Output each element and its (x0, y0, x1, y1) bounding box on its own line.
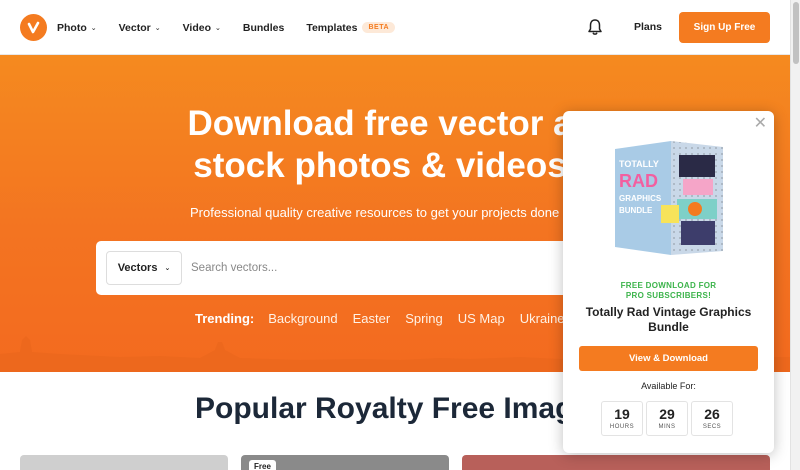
popup-title-line1: Totally Rad Vintage Graphics (585, 305, 752, 319)
nav-photo-label: Photo (57, 21, 87, 34)
nav-bundles[interactable]: Bundles (243, 22, 284, 34)
scrollbar-thumb[interactable] (793, 2, 799, 64)
view-download-button[interactable]: View & Download (579, 346, 758, 371)
timer-secs-unit: SECS (702, 424, 722, 430)
promo-text: FREE DOWNLOAD FOR PRO SUBSCRIBERS! (563, 281, 774, 301)
timer-mins: 29 MINS (646, 401, 688, 436)
available-for-label: Available For: (641, 381, 696, 391)
timer-hours: 19 HOURS (601, 401, 643, 436)
timer-hours-unit: HOURS (609, 424, 635, 430)
chevron-down-icon: ⌄ (90, 24, 97, 32)
bundle-box-image: TOTALLY RAD GRAPHICS BUNDLE (615, 141, 723, 255)
box-line4: BUNDLE (619, 206, 653, 215)
search-category-label: Vectors (117, 262, 158, 274)
image-card[interactable] (462, 455, 770, 470)
search-input[interactable] (191, 255, 541, 281)
page-scrollbar[interactable] (790, 0, 800, 470)
site-header: Photo ⌄ Vector ⌄ Video ⌄ Bundles Templat… (0, 0, 790, 55)
free-badge: Free (249, 460, 276, 470)
nav-vector-label: Vector (118, 21, 151, 34)
main-nav: Photo ⌄ Vector ⌄ Video ⌄ Bundles Templat… (57, 0, 417, 55)
timer-hours-value: 19 (614, 406, 630, 422)
nav-templates[interactable]: Templates BETA (306, 21, 396, 34)
chevron-down-icon: ⌄ (154, 24, 161, 32)
close-icon[interactable]: ✕ (754, 116, 767, 132)
chevron-down-icon: ⌄ (215, 24, 221, 32)
countdown-timer: 19 HOURS 29 MINS 26 SECS (601, 401, 733, 436)
search-category-select[interactable]: Vectors ⌄ (106, 251, 182, 285)
nav-vector[interactable]: Vector ⌄ (119, 22, 161, 34)
timer-secs-value: 26 (704, 406, 720, 422)
vecteezy-logo-icon[interactable] (20, 14, 47, 41)
popup-title-line2: Bundle (648, 320, 689, 334)
nav-video-label: Video (182, 21, 212, 34)
nav-templates-label: Templates (306, 21, 358, 34)
chevron-down-icon: ⌄ (164, 265, 171, 272)
box-line2: RAD (619, 171, 658, 191)
beta-badge: BETA (362, 22, 396, 33)
box-line1: TOTALLY (619, 159, 659, 169)
promo-line1: FREE DOWNLOAD FOR (620, 281, 717, 290)
box-line3: GRAPHICS (619, 194, 662, 203)
bell-icon[interactable] (587, 18, 603, 36)
popular-section-title: Popular Royalty Free Image (195, 392, 591, 425)
timer-secs: 26 SECS (691, 401, 733, 436)
search-bar: Vectors ⌄ (96, 241, 616, 295)
hero-title-line1: Download free vector a (187, 104, 573, 143)
image-card[interactable] (20, 455, 228, 470)
nav-bundles-label: Bundles (242, 21, 285, 34)
popup-title: Totally Rad Vintage Graphics Bundle (563, 305, 774, 335)
plans-link[interactable]: Plans (634, 21, 662, 33)
promo-popup: ✕ TOTALLY RAD GRAPHICS BUNDLE FREE DOWNL… (563, 111, 774, 453)
timer-mins-value: 29 (659, 406, 675, 422)
nav-photo[interactable]: Photo ⌄ (57, 22, 97, 34)
promo-line2: PRO SUBSCRIBERS! (625, 291, 712, 300)
nav-video[interactable]: Video ⌄ (183, 22, 221, 34)
sign-up-free-button[interactable]: Sign Up Free (679, 12, 770, 43)
timer-mins-unit: MINS (658, 424, 676, 430)
hero-subtitle: Professional quality creative resources … (190, 205, 560, 220)
image-card[interactable]: Free (241, 455, 449, 470)
